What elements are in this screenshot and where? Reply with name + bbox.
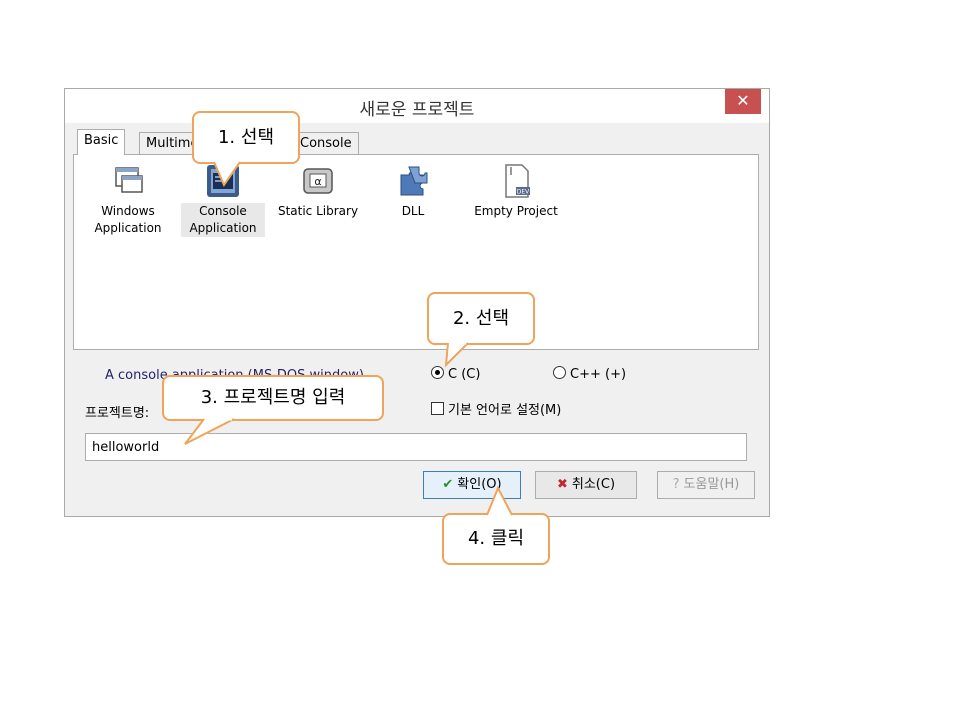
callout-4-tail <box>486 485 513 517</box>
